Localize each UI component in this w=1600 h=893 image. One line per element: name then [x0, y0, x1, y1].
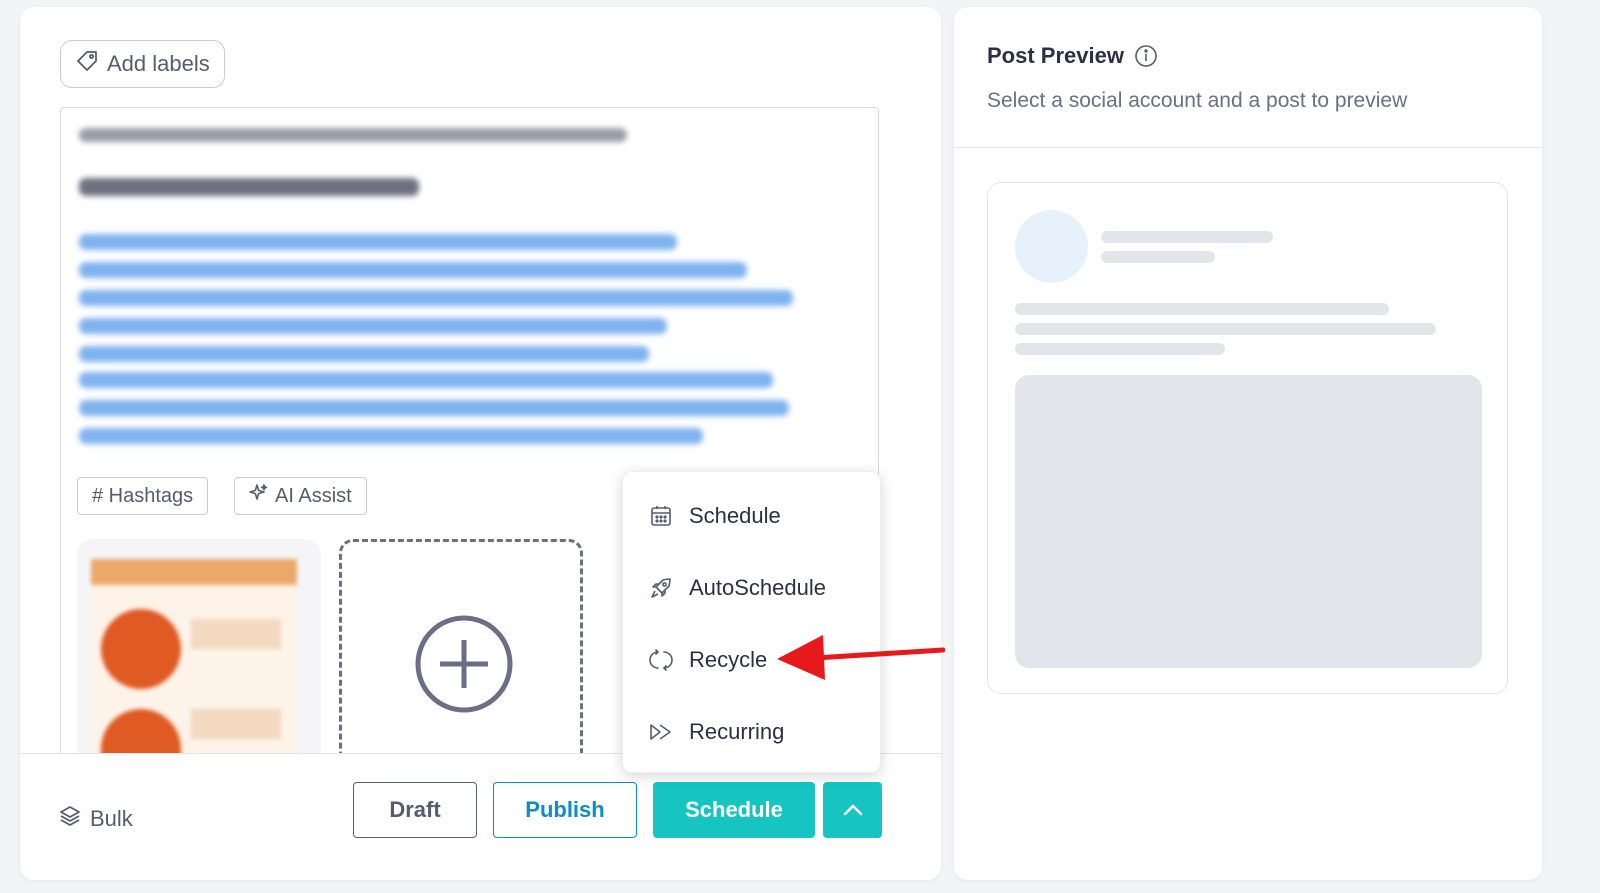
blurred-hashtag-line [79, 346, 649, 362]
blurred-hashtag-line [79, 290, 793, 306]
menu-item-autoschedule[interactable]: AutoSchedule [623, 558, 882, 618]
chevron-up-icon [843, 804, 862, 816]
blurred-hashtag-line [79, 372, 773, 388]
info-icon[interactable] [1134, 44, 1158, 68]
ai-assist-button[interactable]: AI Assist [234, 477, 367, 515]
media-thumbnail[interactable] [77, 539, 321, 769]
hashtags-button[interactable]: # Hashtags [77, 477, 209, 515]
menu-item-label: Schedule [689, 503, 781, 528]
add-labels-button[interactable]: Add labels [60, 40, 225, 88]
blurred-hashtag-line [79, 318, 667, 334]
draft-button[interactable]: Draft [353, 782, 477, 838]
skeleton-line [1015, 343, 1225, 355]
layers-icon [58, 804, 82, 834]
preview-title-text: Post Preview [987, 43, 1124, 68]
blurred-text-line [79, 128, 627, 142]
schedule-button[interactable]: Schedule [653, 782, 815, 838]
calendar-icon [651, 506, 671, 526]
fast-forward-icon [650, 724, 671, 740]
annotation-arrow [777, 635, 945, 680]
blurred-hashtag-line [79, 400, 789, 416]
rocket-icon [651, 578, 671, 598]
skeleton-line [1101, 251, 1215, 263]
post-preview-panel: Post Preview Select a social account and… [954, 7, 1542, 880]
plus-circle-icon [415, 615, 513, 713]
recycle-icon [649, 649, 673, 671]
preview-header: Post Preview Select a social account and… [954, 7, 1542, 148]
preview-title: Post Preview [987, 43, 1158, 69]
menu-item-label: AutoSchedule [689, 575, 826, 600]
preview-skeleton-card [987, 182, 1508, 694]
blurred-hashtag-line [79, 428, 703, 444]
blurred-text-line [79, 178, 419, 196]
menu-item-label: Recurring [689, 719, 785, 744]
sparkle-icon [249, 483, 269, 509]
blurred-image [91, 559, 297, 769]
schedule-options-menu: Schedule AutoSchedule Recycle Recurring [622, 471, 881, 773]
bulk-button[interactable]: Bulk [58, 804, 133, 834]
menu-item-recurring[interactable]: Recurring [623, 702, 882, 762]
blurred-hashtag-line [79, 234, 677, 250]
add-labels-label: Add labels [107, 51, 210, 76]
preview-subtitle: Select a social account and a post to pr… [987, 89, 1408, 112]
menu-item-label: Recycle [689, 647, 768, 672]
add-media-button[interactable] [339, 539, 583, 769]
ai-assist-label: AI Assist [275, 484, 352, 507]
skeleton-line [1015, 303, 1389, 315]
menu-item-schedule[interactable]: Schedule [623, 486, 882, 546]
schedule-options-toggle[interactable] [823, 782, 882, 838]
blurred-hashtag-line [79, 262, 747, 278]
skeleton-image [1015, 375, 1482, 668]
hashtags-label: # Hashtags [92, 484, 194, 507]
skeleton-line [1015, 323, 1436, 335]
skeleton-line [1101, 231, 1273, 243]
tag-icon [75, 49, 99, 79]
publish-button[interactable]: Publish [493, 782, 637, 838]
skeleton-avatar [1015, 210, 1088, 283]
bulk-label: Bulk [90, 806, 133, 831]
